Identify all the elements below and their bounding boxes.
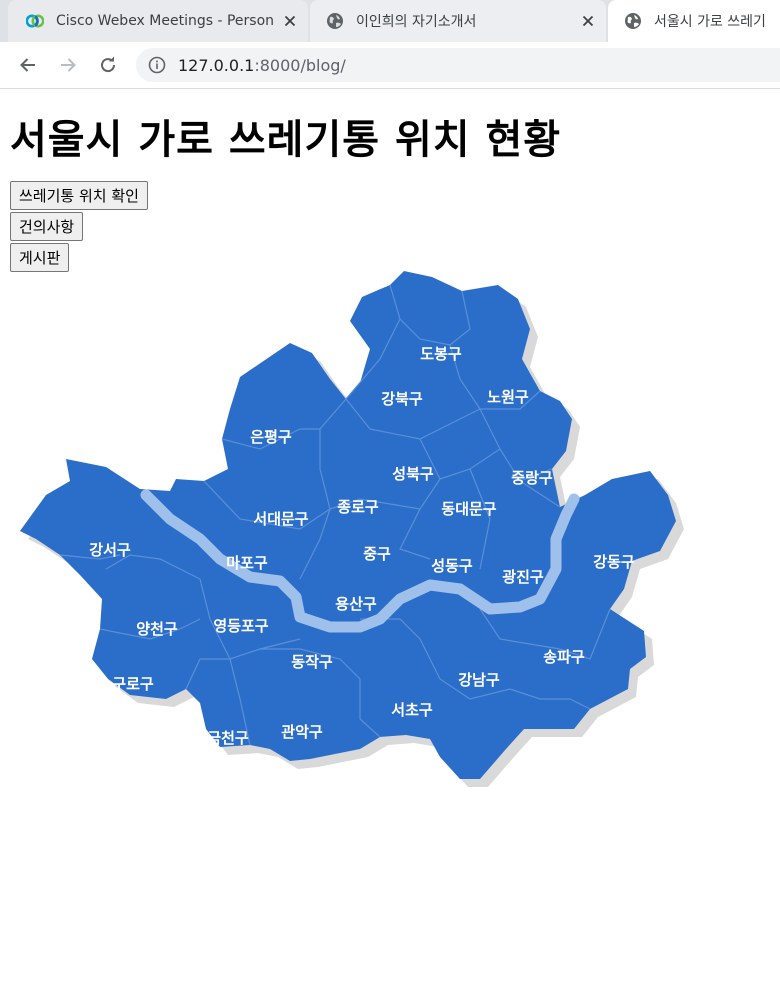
district-label-songpa[interactable]: 송파구 (543, 648, 585, 666)
district-label-guro[interactable]: 구로구 (112, 675, 154, 693)
close-icon[interactable] (580, 13, 596, 29)
tab-title: 이인희의 자기소개서 (356, 14, 477, 30)
district-label-gwangjin[interactable]: 광진구 (502, 568, 544, 586)
district-label-seocho[interactable]: 서초구 (391, 701, 433, 719)
back-button[interactable] (14, 51, 42, 79)
district-label-gangbuk[interactable]: 강북구 (381, 390, 423, 408)
address-bar[interactable]: 127.0.0.1:8000/blog/ (136, 48, 780, 82)
district-label-jungnang[interactable]: 중랑구 (511, 469, 553, 487)
url-path: :8000/blog/ (254, 55, 346, 75)
globe-icon (625, 13, 641, 29)
district-label-seongdong[interactable]: 성동구 (431, 557, 473, 575)
district-label-gangdong[interactable]: 강동구 (593, 553, 635, 571)
page-title: 서울시 가로 쓰레기통 위치 현황 (10, 117, 562, 163)
district-label-gwanak[interactable]: 관악구 (281, 723, 323, 741)
district-label-dongdaemun[interactable]: 동대문구 (441, 500, 496, 518)
trash-location-button[interactable]: 쓰레기통 위치 확인 (10, 181, 148, 210)
district-label-dongjak[interactable]: 동작구 (291, 653, 333, 671)
tab-webex[interactable]: Cisco Webex Meetings - Person (8, 0, 308, 42)
district-label-gangnam[interactable]: 강남구 (458, 671, 500, 689)
suggestions-button[interactable]: 건의사항 (10, 212, 84, 241)
browser-toolbar: 127.0.0.1:8000/blog/ (0, 42, 780, 89)
district-label-jung[interactable]: 중구 (363, 545, 391, 563)
tab-title: 서울시 가로 쓰레기 (654, 14, 766, 30)
district-label-eunpyeong[interactable]: 은평구 (250, 428, 292, 446)
district-label-seongbuk[interactable]: 성북구 (392, 465, 434, 483)
district-label-yangcheon[interactable]: 양천구 (136, 620, 178, 638)
district-label-mapo[interactable]: 마포구 (226, 554, 268, 572)
district-label-gangseo[interactable]: 강서구 (89, 541, 131, 559)
tab-title: Cisco Webex Meetings - Person (56, 13, 275, 29)
district-label-dobong[interactable]: 도봉구 (420, 345, 462, 363)
globe-icon (327, 13, 343, 29)
seoul-map-svg[interactable]: 도봉구 강북구 노원구 은평구 성북구 중랑구 종로구 동대문구 서대문구 강서… (0, 259, 780, 819)
page-content: 서울시 가로 쓰레기통 위치 현황 쓰레기통 위치 확인 건의사항 게시판 도봉… (0, 89, 780, 1002)
info-icon[interactable] (148, 56, 166, 74)
arrow-left-icon (20, 58, 35, 72)
tab-self-introduction[interactable]: 이인희의 자기소개서 (310, 0, 606, 42)
reload-icon (101, 56, 116, 73)
reload-button[interactable] (94, 51, 122, 79)
forward-button[interactable] (54, 51, 82, 79)
arrow-right-icon (61, 58, 76, 72)
district-label-jongno[interactable]: 종로구 (337, 498, 379, 516)
url-text: 127.0.0.1:8000/blog/ (178, 56, 346, 75)
webex-icon (26, 14, 44, 28)
tab-strip: Cisco Webex Meetings - Person 이인희의 자기소개서… (0, 0, 780, 42)
url-host: 127.0.0.1 (178, 55, 255, 75)
district-label-yeongdeungpo[interactable]: 영등포구 (213, 617, 268, 635)
district-label-nowon[interactable]: 노원구 (487, 388, 529, 406)
seoul-map[interactable]: 도봉구 강북구 노원구 은평구 성북구 중랑구 종로구 동대문구 서대문구 강서… (0, 259, 780, 819)
district-label-geumcheon[interactable]: 금천구 (207, 729, 249, 747)
tab-seoul-trash-active[interactable]: 서울시 가로 쓰레기 (608, 0, 780, 42)
district-label-yongsan[interactable]: 용산구 (335, 595, 377, 613)
district-label-seodaemun[interactable]: 서대문구 (253, 510, 308, 528)
close-icon[interactable] (282, 13, 298, 29)
